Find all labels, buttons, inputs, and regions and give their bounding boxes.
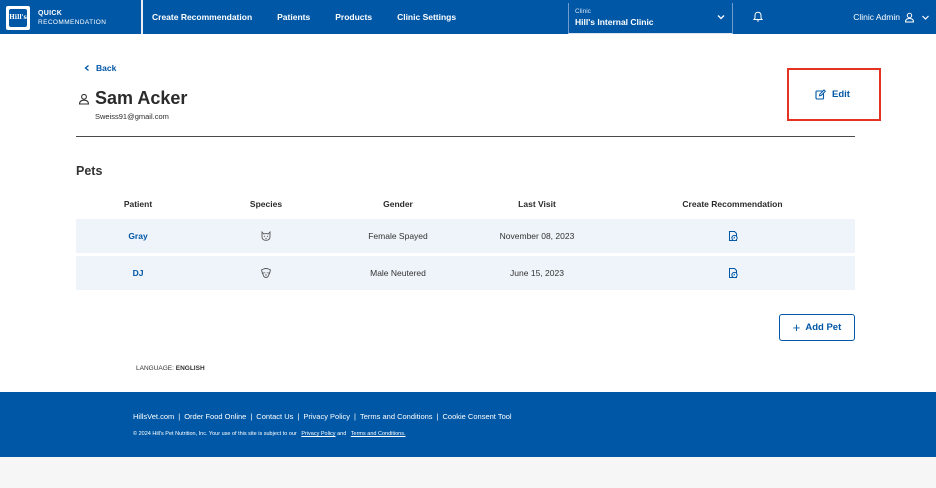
last-visit-cell: June 15, 2023: [510, 268, 564, 278]
footer-separator: |: [436, 412, 439, 421]
clinic-name: Hill's Internal Clinic: [575, 17, 654, 27]
brand-logo[interactable]: Hill's QUICK RECOMMENDATION: [4, 3, 141, 32]
language-indicator: LANGUAGE: ENGLISH: [136, 365, 205, 372]
footer-link-cookie[interactable]: Cookie Consent Tool: [443, 412, 512, 421]
page-title: Sam Acker: [95, 88, 188, 108]
edit-icon: [815, 89, 826, 100]
chevron-down-icon: [922, 15, 929, 20]
user-label: Clinic Admin: [853, 12, 900, 22]
person-icon: [78, 93, 90, 105]
language-label: LANGUAGE:: [136, 365, 174, 372]
nav-create-recommendation[interactable]: Create Recommendation: [152, 12, 252, 22]
nav-products[interactable]: Products: [335, 12, 372, 22]
footer-separator: |: [354, 412, 356, 421]
last-visit-cell: November 08, 2023: [499, 231, 575, 241]
clinic-label: Clinic: [575, 8, 591, 15]
patient-link[interactable]: DJ: [133, 268, 144, 278]
column-header-patient: Patient: [123, 199, 153, 209]
clinic-selector[interactable]: Clinic Hill's Internal Clinic: [568, 3, 733, 34]
footer-terms-link[interactable]: Terms and Conditions.: [351, 431, 406, 437]
footer: HillsVet.com | Order Food Online | Conta…: [0, 392, 936, 457]
column-header-gender: Gender: [383, 199, 413, 209]
footer-separator: |: [178, 412, 181, 421]
gender-cell: Female Spayed: [368, 231, 428, 241]
footer-link-terms[interactable]: Terms and Conditions: [360, 412, 433, 421]
column-header-last-visit: Last Visit: [518, 199, 556, 209]
back-link[interactable]: Back: [83, 63, 116, 73]
user-menu[interactable]: Clinic Admin: [853, 0, 930, 34]
top-nav: Hill's QUICK RECOMMENDATION Create Recom…: [0, 0, 936, 34]
owner-email: Sweiss91@gmail.com: [95, 112, 169, 121]
and-text: and: [337, 431, 347, 437]
brand-title: QUICK RECOMMENDATION: [38, 9, 106, 27]
hills-logo-text: Hill's: [9, 8, 27, 27]
back-label: Back: [96, 63, 117, 73]
cat-icon: [261, 230, 271, 241]
create-recommendation-icon[interactable]: [727, 230, 739, 242]
header-divider: [76, 136, 855, 137]
column-header-species: Species: [249, 199, 283, 209]
edit-label: Edit: [832, 89, 850, 100]
nav-clinic-settings[interactable]: Clinic Settings: [397, 12, 456, 22]
add-pet-label: Add Pet: [805, 322, 842, 333]
create-recommendation-icon[interactable]: [727, 267, 739, 279]
plus-icon: +: [792, 320, 801, 335]
pets-section-title: Pets: [76, 164, 103, 178]
footer-link-privacy[interactable]: Privacy Policy: [303, 412, 350, 421]
main-content: Back Sam Acker Sweiss91@gmail.com Edit P…: [0, 34, 936, 392]
patient-link[interactable]: Gray: [128, 231, 147, 241]
dog-icon: [260, 268, 272, 278]
chevron-left-icon: [84, 65, 89, 71]
footer-link-hillsvet[interactable]: HillsVet.com: [133, 412, 174, 421]
table-row: DJ Male Neutered June 15, 2023: [76, 256, 855, 290]
add-pet-button[interactable]: + Add Pet: [779, 314, 855, 341]
footer-separator: |: [297, 412, 300, 421]
footer-separator: |: [250, 412, 253, 421]
pets-table: Patient Species Gender Last Visit Create…: [76, 194, 855, 290]
language-value: ENGLISH: [175, 365, 205, 372]
nav-patients[interactable]: Patients: [277, 12, 310, 22]
footer-links: HillsVet.com | Order Food Online | Conta…: [133, 412, 512, 421]
brand-line2: RECOMMENDATION: [38, 18, 107, 26]
nav-links: Create Recommendation Patients Products …: [152, 0, 481, 34]
footer-link-contact[interactable]: Contact Us: [256, 412, 293, 421]
brand-line1: QUICK: [38, 9, 63, 17]
copyright-text: © 2024 Hill's Pet Nutrition, Inc. Your u…: [133, 431, 297, 437]
gender-cell: Male Neutered: [370, 268, 426, 278]
edit-button[interactable]: Edit: [815, 89, 850, 100]
table-header: Patient Species Gender Last Visit Create…: [76, 194, 855, 214]
user-icon: [904, 12, 915, 22]
column-header-create-recommendation: Create Recommendation: [682, 199, 783, 209]
bell-icon[interactable]: [752, 11, 764, 23]
brand-separator: [141, 0, 143, 34]
hills-logo-icon: Hill's: [6, 5, 30, 30]
footer-link-order-food[interactable]: Order Food Online: [184, 412, 246, 421]
chevron-down-icon: [717, 15, 725, 20]
table-row: Gray Female Spayed November 08, 2023: [76, 219, 855, 253]
footer-copyright: © 2024 Hill's Pet Nutrition, Inc. Your u…: [133, 431, 406, 437]
bottom-strip: [0, 457, 936, 488]
owner-header: Sam Acker: [78, 88, 187, 109]
footer-privacy-link[interactable]: Privacy Policy: [301, 431, 335, 437]
